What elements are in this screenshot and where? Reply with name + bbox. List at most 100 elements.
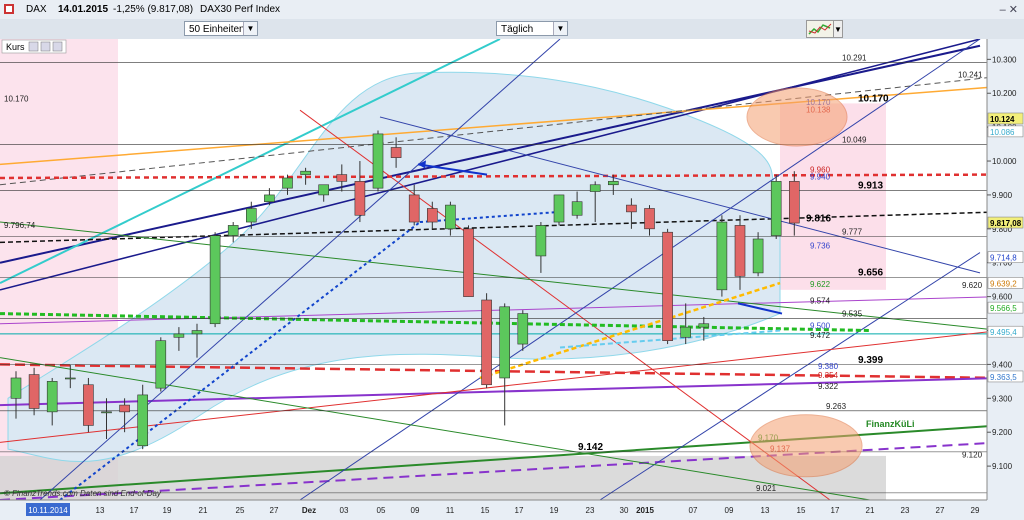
candle-body	[517, 313, 529, 345]
x-tick-label: 11	[446, 506, 455, 515]
candle-body	[282, 177, 293, 189]
toolbar: 50 Einheiten ▼ Täglich ▼	[0, 19, 1024, 40]
x-tick-label: 03	[340, 506, 349, 515]
x-tick-label: 21	[199, 506, 208, 515]
zoom-icon[interactable]	[40, 41, 51, 52]
x-tick-label: 09	[725, 506, 734, 515]
level-label: 9.535	[842, 310, 863, 319]
candle-body	[336, 174, 348, 182]
candle-body	[463, 228, 474, 297]
candle-body	[607, 181, 619, 186]
y-tick-label: 9.200	[992, 428, 1013, 437]
chart-type-icon[interactable]	[806, 20, 834, 38]
x-tick-label: 27	[270, 506, 279, 515]
units-select[interactable]: 50 Einheiten ▼	[184, 21, 258, 36]
y-tick-label: 10.200	[992, 89, 1017, 98]
x-tick-label: 15	[797, 506, 806, 515]
candle-body	[626, 204, 637, 213]
y-tick-label: 9.600	[992, 293, 1013, 302]
price-box-label: 9.566,5	[990, 304, 1017, 313]
candle-body	[481, 299, 492, 386]
candle-body	[662, 231, 673, 341]
x-tick-label: 17	[831, 506, 840, 515]
panel-label: Kurs	[6, 42, 25, 52]
level-label: 9.913	[858, 181, 883, 192]
chevron-down-icon[interactable]: ▼	[243, 22, 257, 35]
level-label: 9.777	[842, 228, 863, 237]
annotation-label: FinanzKüLi	[866, 419, 915, 429]
price-box-label: 9.817,08	[990, 219, 1022, 228]
candle-body	[535, 225, 547, 257]
level-label: 9.796,74	[4, 221, 36, 230]
level-label: 9.021	[756, 484, 777, 493]
units-select-value: 50 Einheiten	[189, 24, 245, 35]
y-tick-label: 9.900	[992, 191, 1013, 200]
level-label: 9.622	[810, 280, 831, 289]
level-label: 9.322	[818, 382, 839, 391]
change-label: -1,25% (9.817,08)	[113, 4, 194, 15]
x-tick-label: 29	[971, 506, 980, 515]
x-tick-label: 10.11.2014	[28, 506, 68, 515]
x-tick-label: 05	[377, 506, 386, 515]
candle-body	[372, 133, 384, 189]
candle-body	[246, 208, 257, 223]
candle-body	[644, 208, 655, 230]
level-label: 10.291	[842, 53, 867, 62]
index-name-label: DAX30 Perf Index	[200, 4, 281, 15]
price-box-label: 10.124	[990, 115, 1015, 124]
candle-body	[553, 194, 565, 223]
y-tick-label: 10.300	[992, 55, 1017, 64]
symbol-label: DAX	[26, 4, 47, 15]
candle-body	[499, 306, 511, 379]
chart-type-dropdown-icon[interactable]: ▼	[834, 20, 843, 38]
candle-body	[354, 181, 366, 216]
x-tick-label: 23	[586, 506, 595, 515]
highlight-ellipse	[746, 87, 848, 147]
level-label: 9.500	[810, 322, 831, 331]
level-label: 10.049	[842, 135, 867, 144]
candle-body	[589, 184, 601, 192]
candle-body	[680, 326, 692, 338]
period-select[interactable]: Täglich ▼	[496, 21, 568, 36]
x-tick-label: 2015	[636, 506, 654, 515]
candle-body	[46, 381, 58, 413]
y-tick-label: 9.100	[992, 462, 1013, 471]
period-select-value: Täglich	[501, 24, 534, 35]
candle-body	[408, 194, 420, 223]
x-tick-label: 27	[936, 506, 945, 515]
candle-body	[390, 147, 402, 158]
x-tick-label: 19	[163, 506, 172, 515]
candle-body	[227, 225, 239, 236]
candle-body	[137, 394, 148, 447]
window-controls[interactable]: – ✕	[1000, 3, 1018, 16]
level-label: 9.263	[826, 402, 847, 411]
chevron-down-icon[interactable]: ▼	[553, 22, 567, 35]
title-bar: DAX 14.01.2015 -1,25% (9.817,08) DAX30 P…	[0, 0, 1024, 20]
level-label: 9.142	[578, 442, 603, 453]
date-label: 14.01.2015	[58, 4, 109, 15]
level-label: 9.472	[810, 331, 831, 340]
level-label: 10.170	[4, 94, 29, 103]
candle-body	[571, 201, 583, 216]
app-icon	[4, 4, 14, 14]
candle-body	[445, 204, 456, 230]
x-tick-label: 21	[866, 506, 875, 515]
price-box-label: 9.363,5	[990, 373, 1017, 382]
settings-icon[interactable]	[28, 41, 39, 52]
x-tick-label: Dez	[302, 506, 316, 515]
watermark-text: © FinanzTrends.com Daten sind End-of-Day	[4, 489, 162, 498]
candle-body	[300, 170, 311, 175]
price-box-label: 9.639,2	[990, 279, 1017, 288]
candle-body	[788, 181, 800, 224]
highlight-ellipse	[749, 414, 863, 478]
level-label: 9.736	[810, 242, 831, 251]
level-label: 9.354	[818, 371, 839, 380]
y-tick-label: 10.000	[992, 157, 1017, 166]
close-icon[interactable]	[52, 41, 63, 52]
x-tick-label: 07	[689, 506, 698, 515]
candle-body	[209, 235, 221, 325]
x-tick-label: 09	[411, 506, 420, 515]
price-chart[interactable]: 10.29110.24110.17010.17010.13810.0499.96…	[0, 39, 1024, 520]
x-tick-label: 30	[620, 506, 629, 515]
level-label: 9.120	[962, 450, 983, 459]
